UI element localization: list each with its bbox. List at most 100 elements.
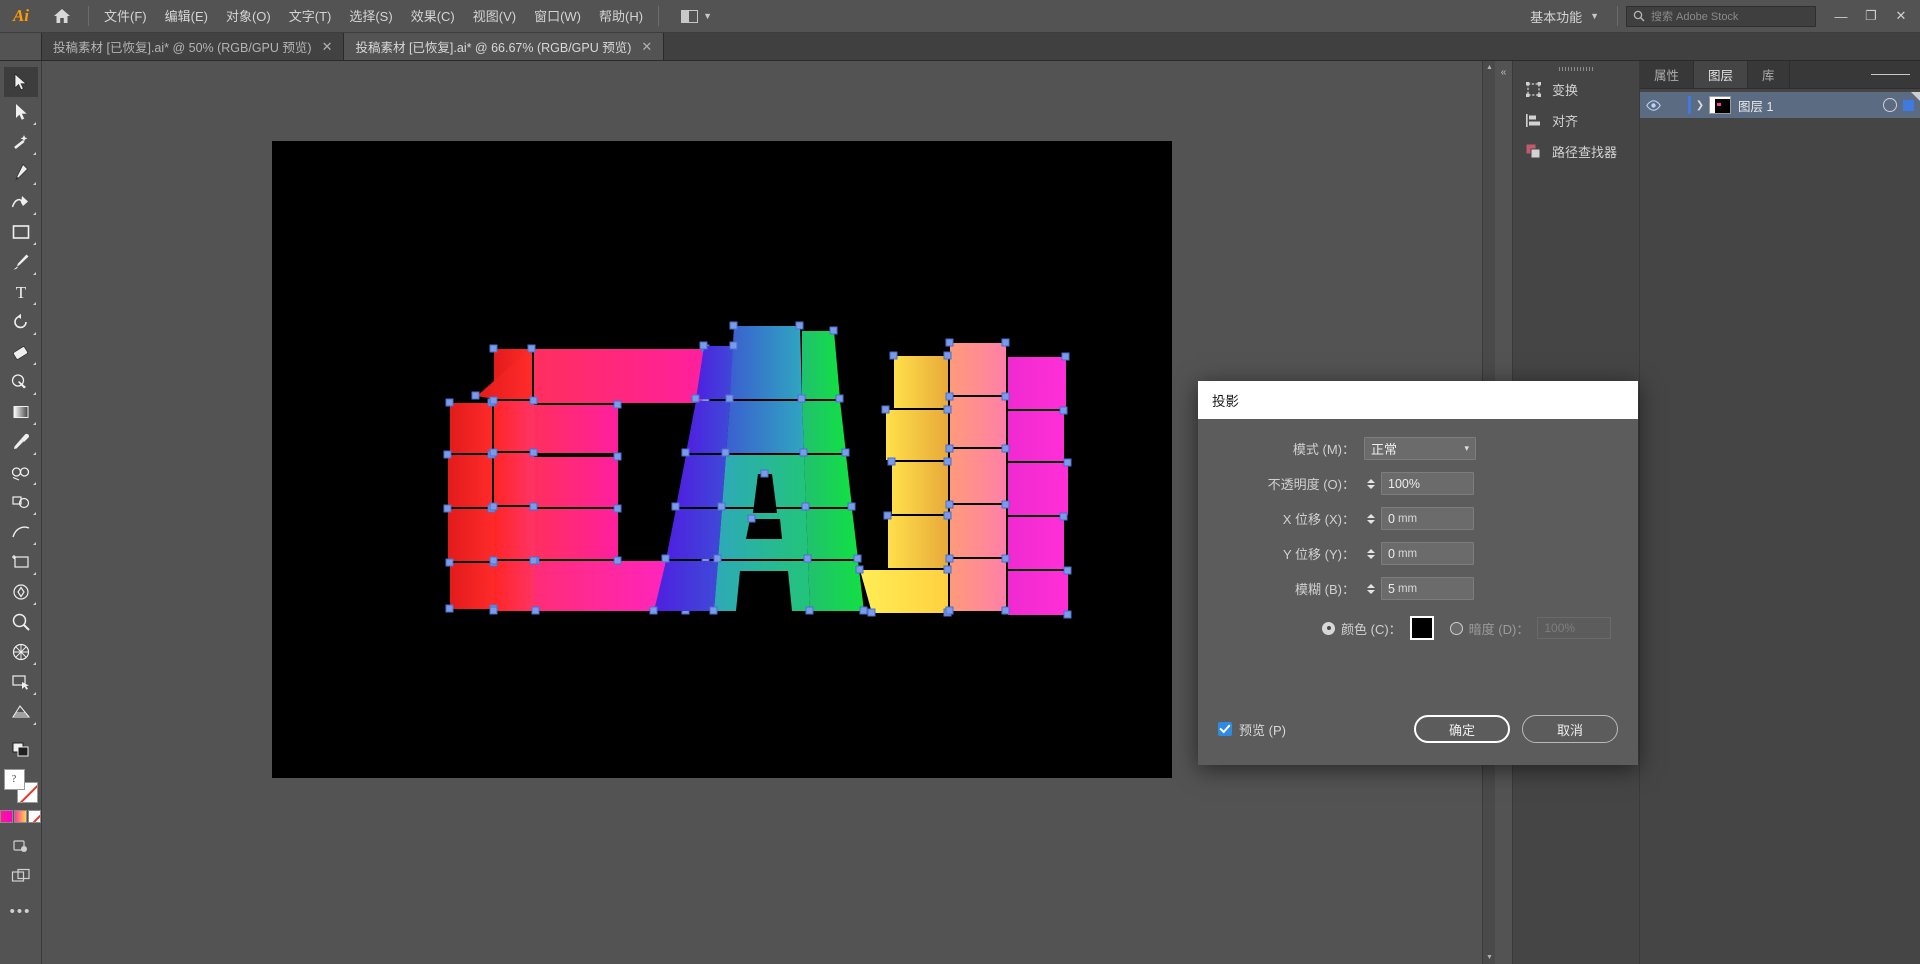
magic-wand-tool[interactable]: [4, 127, 38, 157]
opacity-input[interactable]: 100%: [1381, 472, 1474, 495]
transform-icon: [1525, 81, 1542, 98]
letter-j[interactable]: [856, 339, 1071, 618]
menu-type[interactable]: 文字(T): [280, 0, 341, 33]
none-swatch[interactable]: [28, 810, 41, 823]
blend-tool[interactable]: [4, 457, 38, 487]
change-screen-mode-icon[interactable]: [4, 861, 38, 891]
target-circle-icon[interactable]: [1883, 98, 1897, 112]
document-tab-2[interactable]: 投稿素材 [已恢复].ai* @ 66.67% (RGB/GPU 预览) ✕: [344, 33, 664, 60]
mode-select[interactable]: 正常 ▾: [1364, 437, 1476, 460]
home-icon[interactable]: [42, 0, 82, 33]
menu-object[interactable]: 对象(O): [217, 0, 280, 33]
blur-label: 模糊 (B)：: [1214, 579, 1364, 598]
slice-tool[interactable]: [4, 667, 38, 697]
close-icon[interactable]: ✕: [641, 40, 652, 53]
offset-x-input[interactable]: 0 mm: [1381, 507, 1474, 530]
paintbrush-tool[interactable]: [4, 247, 38, 277]
eyedropper-tool[interactable]: [4, 427, 38, 457]
shape-builder-tool[interactable]: [4, 367, 38, 397]
free-transform-tool[interactable]: [4, 577, 38, 607]
menu-view[interactable]: 视图(V): [464, 0, 525, 33]
dialog-body: 模式 (M)： 正常 ▾ 不透明度 (O)： 100% X 位移 (X)： 0 …: [1198, 419, 1638, 640]
artboard-tool[interactable]: [4, 547, 38, 577]
edit-toolbar-button[interactable]: •••: [10, 903, 32, 920]
layer-name[interactable]: 图层 1: [1738, 96, 1883, 115]
direct-selection-tool[interactable]: [4, 97, 38, 127]
panel-menu-icon[interactable]: [1861, 61, 1920, 88]
tool-group-indicator: [33, 182, 36, 185]
document-tab-1[interactable]: 投稿素材 [已恢复].ai* @ 50% (RGB/GPU 预览) ✕: [42, 33, 344, 60]
dialog-row-opacity: 不透明度 (O)： 100%: [1214, 472, 1622, 495]
shadow-color-swatch[interactable]: [1410, 616, 1434, 640]
panel-grip[interactable]: [1513, 63, 1639, 74]
preview-checkbox-group[interactable]: 预览 (P): [1218, 720, 1286, 739]
arrange-documents-icon: [681, 10, 698, 23]
fill-stroke-swatches[interactable]: ?: [4, 769, 38, 803]
zoom-tool[interactable]: [4, 607, 38, 637]
menu-window[interactable]: 窗口(W): [525, 0, 590, 33]
blur-stepper[interactable]: [1364, 584, 1377, 594]
type-tool[interactable]: T: [4, 277, 38, 307]
window-controls: — ❐ ✕: [1826, 2, 1916, 30]
fill-swatch[interactable]: ?: [4, 769, 25, 790]
screen-mode-icon[interactable]: [4, 735, 38, 765]
cancel-button[interactable]: 取消: [1522, 715, 1618, 743]
blur-value: 5: [1388, 582, 1395, 596]
drawing-mode-icon[interactable]: [4, 831, 38, 861]
drop-shadow-dialog[interactable]: 投影 模式 (M)： 正常 ▾ 不透明度 (O)： 100% X 位移 (X)：…: [1198, 381, 1638, 765]
menu-help[interactable]: 帮助(H): [590, 0, 652, 33]
offset-x-stepper[interactable]: [1364, 514, 1377, 524]
menu-select[interactable]: 选择(S): [340, 0, 401, 33]
selection-tool[interactable]: [4, 67, 38, 97]
eye-icon[interactable]: [1640, 100, 1666, 111]
layer-row[interactable]: ❯ 图层 1: [1640, 92, 1920, 118]
menu-file[interactable]: 文件(F): [95, 0, 156, 33]
mesh-tool[interactable]: [4, 637, 38, 667]
tab-libraries[interactable]: 库: [1748, 61, 1790, 88]
color-radio[interactable]: [1322, 622, 1335, 635]
ok-button[interactable]: 确定: [1414, 715, 1510, 743]
chevron-right-icon[interactable]: ❯: [1691, 100, 1709, 111]
close-icon[interactable]: ✕: [322, 40, 333, 53]
dialog-row-offset-x: X 位移 (X)： 0 mm: [1214, 507, 1622, 530]
selection-square-icon[interactable]: [1903, 100, 1914, 111]
blur-input[interactable]: 5 mm: [1381, 577, 1474, 600]
symbol-sprayer-tool[interactable]: [4, 487, 38, 517]
gradient-swatch[interactable]: [14, 810, 27, 823]
tab-properties[interactable]: 属性: [1640, 61, 1694, 88]
panel-pathfinder[interactable]: 路径查找器: [1513, 136, 1639, 167]
expand-panels-icon[interactable]: «: [1501, 67, 1507, 78]
workspace-label: 基本功能: [1530, 7, 1582, 26]
menu-edit[interactable]: 编辑(E): [156, 0, 217, 33]
eraser-tool[interactable]: [4, 337, 38, 367]
line-segment-tool[interactable]: [4, 517, 38, 547]
arrange-documents-button[interactable]: ▼: [673, 4, 720, 28]
gradient-tool[interactable]: [4, 397, 38, 427]
color-swatch[interactable]: [0, 810, 13, 823]
pen-tool[interactable]: [4, 157, 38, 187]
restore-button[interactable]: ❐: [1856, 2, 1886, 30]
opacity-stepper[interactable]: [1364, 479, 1377, 489]
artboard[interactable]: [272, 141, 1172, 778]
workspace-switcher[interactable]: 基本功能 ▼: [1520, 5, 1609, 28]
rectangle-tool[interactable]: [4, 217, 38, 247]
darkness-input[interactable]: 100%: [1537, 617, 1611, 639]
panel-align[interactable]: 对齐: [1513, 105, 1639, 136]
minimize-button[interactable]: —: [1826, 2, 1856, 30]
rotate-tool[interactable]: [4, 307, 38, 337]
menu-effect[interactable]: 效果(C): [402, 0, 464, 33]
stock-search-input[interactable]: 搜索 Adobe Stock: [1626, 6, 1816, 27]
offset-y-input[interactable]: 0 mm: [1381, 542, 1474, 565]
panel-transform[interactable]: 变换: [1513, 74, 1639, 105]
tool-group-indicator: [33, 512, 36, 515]
tool-group-indicator: [33, 272, 36, 275]
offset-y-stepper[interactable]: [1364, 549, 1377, 559]
preview-checkbox[interactable]: [1218, 722, 1232, 736]
curvature-tool[interactable]: [4, 187, 38, 217]
perspective-grid-tool[interactable]: [4, 697, 38, 727]
layer-corner-indicator: [1911, 92, 1920, 101]
tab-layers[interactable]: 图层: [1694, 61, 1748, 88]
darkness-radio[interactable]: [1450, 622, 1463, 635]
tools-panel: T: [0, 61, 42, 964]
close-button[interactable]: ✕: [1886, 2, 1916, 30]
